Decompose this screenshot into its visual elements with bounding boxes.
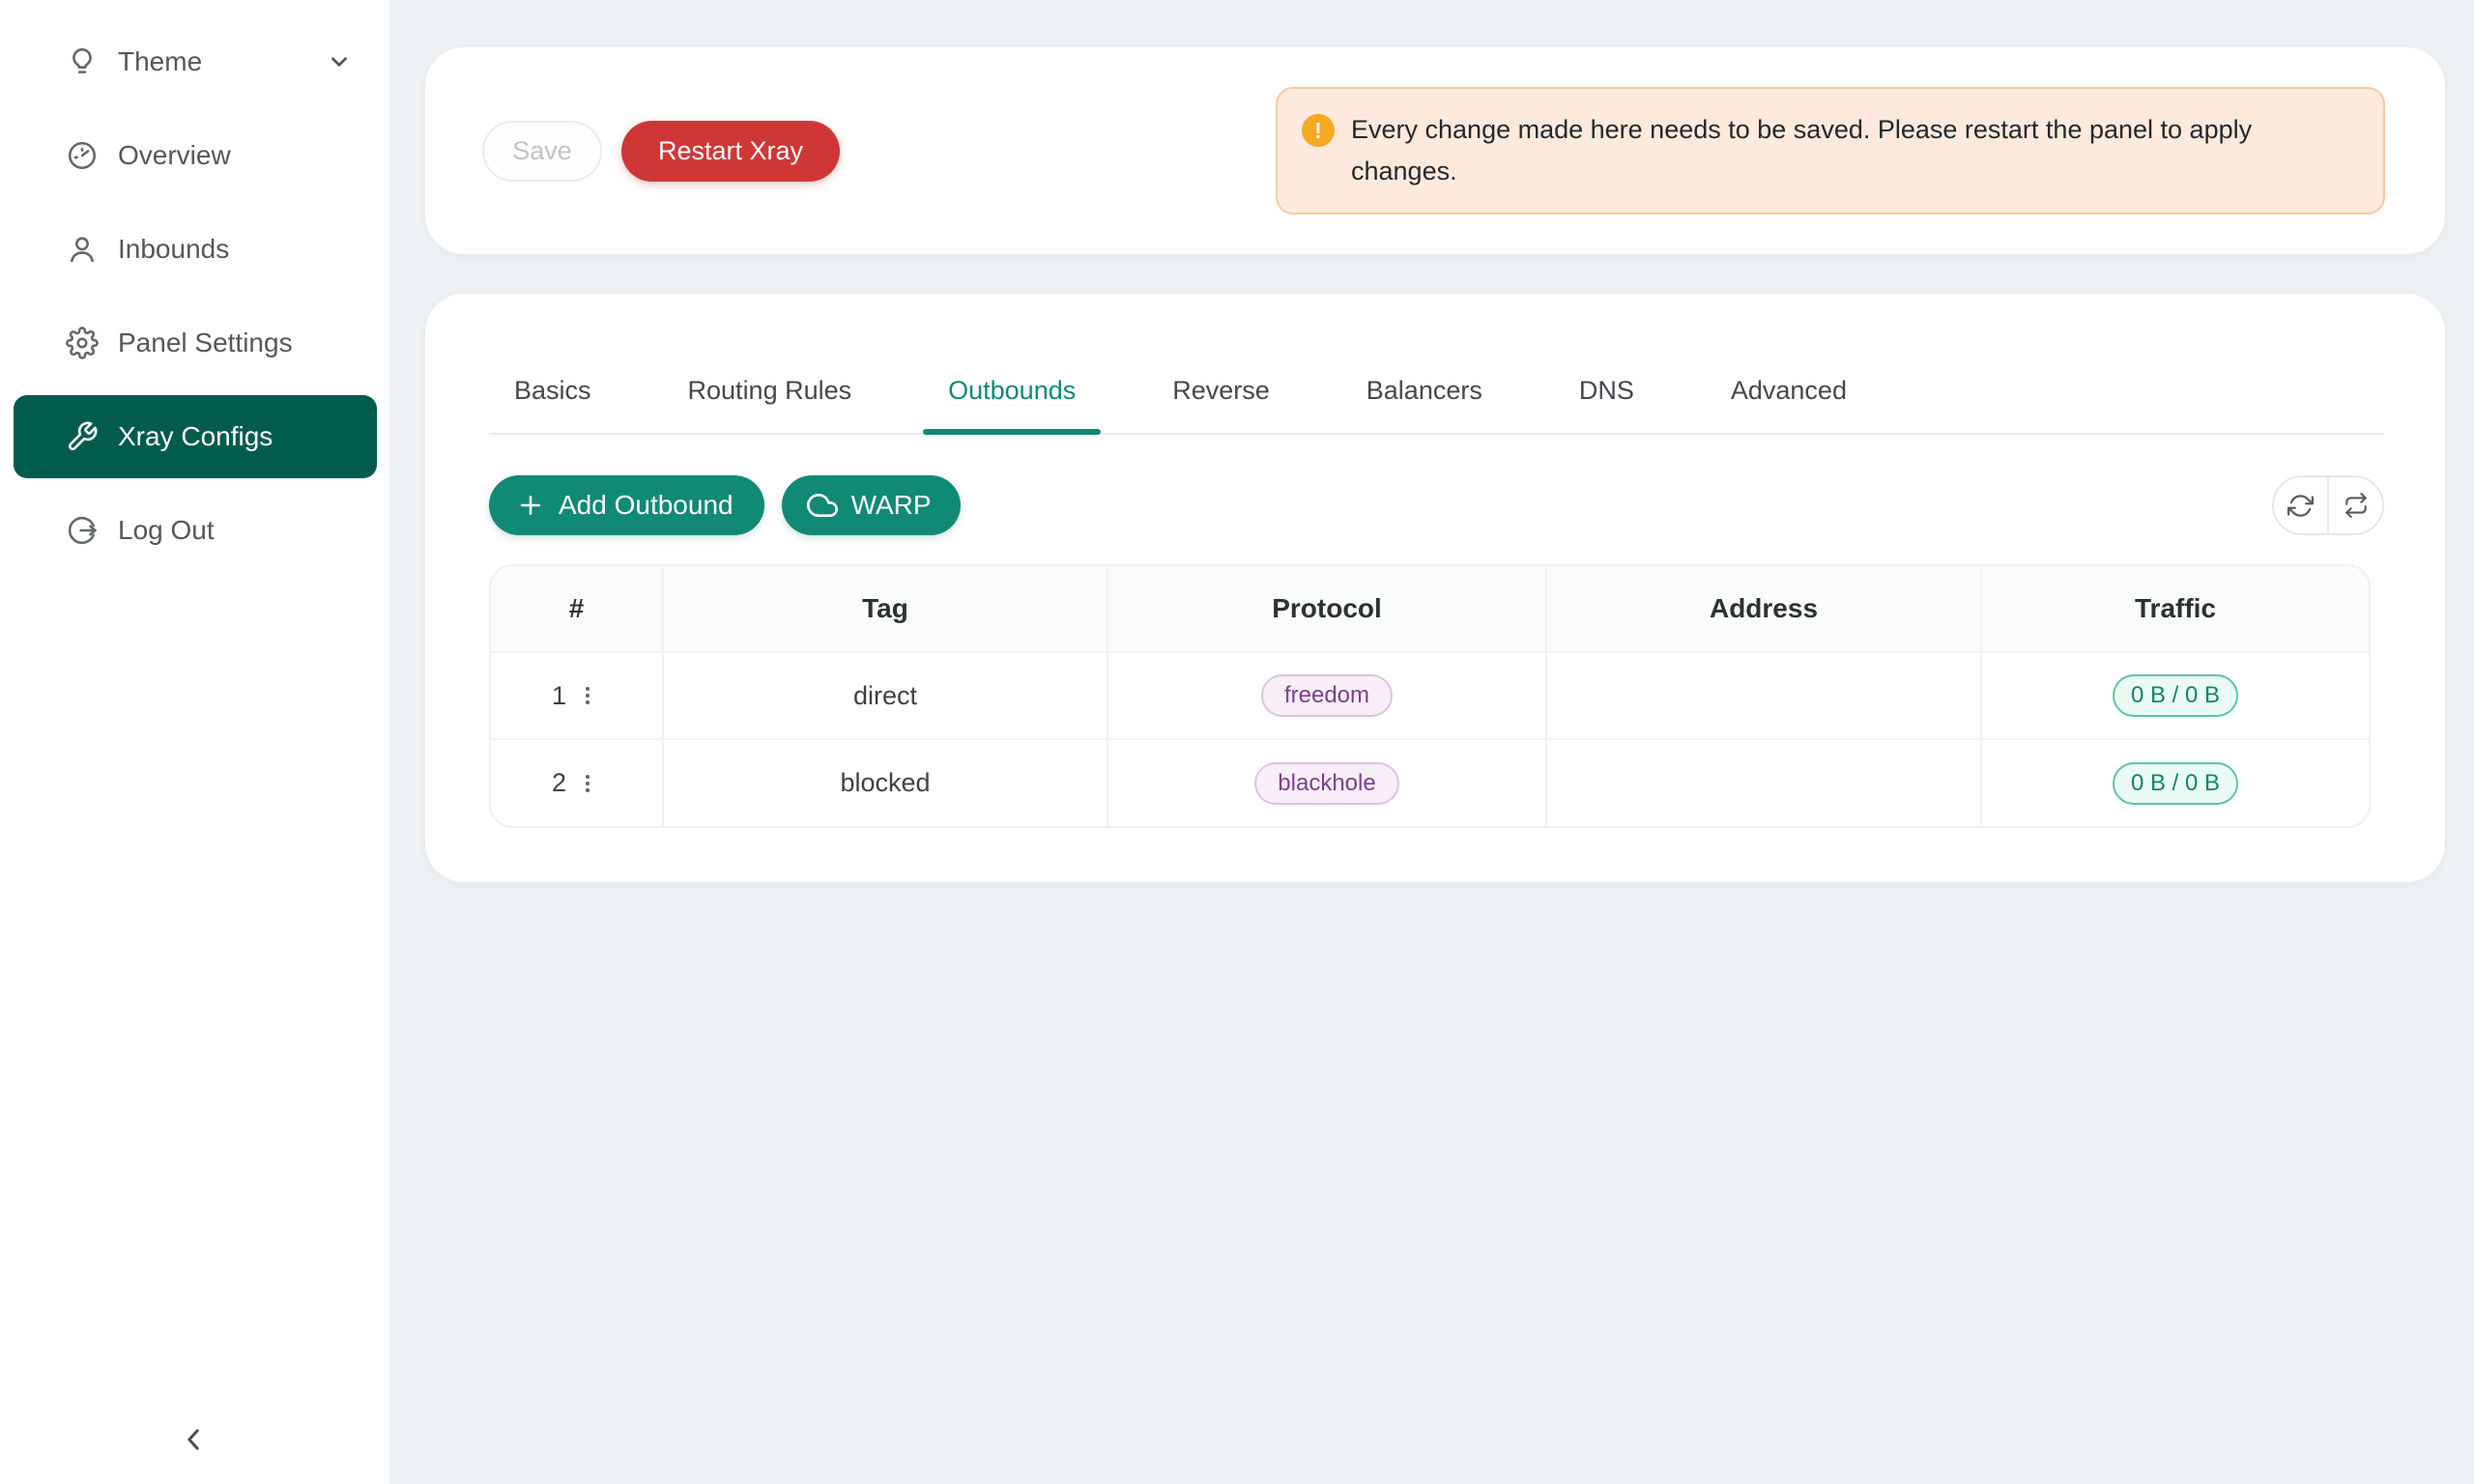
row-menu-button[interactable] — [576, 681, 601, 710]
config-tabbar: Basics Routing Rules Outbounds Reverse B… — [489, 348, 2384, 435]
app-root: Theme Overview — [0, 0, 2474, 882]
lightbulb-icon — [66, 45, 99, 78]
sidebar-item-label: Panel Settings — [118, 328, 293, 358]
tab-basics[interactable]: Basics — [489, 348, 617, 433]
row-index: 2 — [552, 768, 566, 798]
sidebar-nav: Theme Overview — [0, 0, 389, 572]
protocol-cell: freedom — [1108, 652, 1546, 739]
table-row: 1 d — [491, 652, 2369, 739]
table-header-row: # Tag Protocol Address Traffic — [491, 566, 2369, 652]
repeat-icon — [2344, 493, 2369, 518]
protocol-badge: freedom — [1261, 674, 1393, 717]
gauge-icon — [66, 139, 99, 172]
kebab-icon — [576, 770, 599, 797]
sidebar-item-label: Inbounds — [118, 234, 229, 265]
sidebar: Theme Overview — [0, 0, 389, 1484]
table-row: 2 b — [491, 739, 2369, 826]
column-header-protocol: Protocol — [1108, 566, 1546, 652]
kebab-icon — [576, 682, 599, 709]
sidebar-collapse-button[interactable] — [174, 1418, 216, 1461]
sidebar-item-log-out[interactable]: Log Out — [14, 489, 377, 572]
sidebar-item-label: Theme — [118, 46, 202, 77]
tab-routing-rules[interactable]: Routing Rules — [663, 348, 877, 433]
column-header-index: # — [491, 566, 663, 652]
warning-alert-text: Every change made here needs to be saved… — [1351, 109, 2327, 192]
add-outbound-button[interactable]: Add Outbound — [489, 475, 764, 535]
add-outbound-label: Add Outbound — [559, 490, 734, 521]
plus-icon — [516, 491, 545, 520]
header-card: Save Restart Xray ! Every change made he… — [425, 47, 2445, 254]
chevron-down-icon — [327, 49, 352, 74]
restart-xray-button[interactable]: Restart Xray — [621, 121, 840, 182]
tab-dns[interactable]: DNS — [1554, 348, 1659, 433]
refresh-button[interactable] — [2274, 477, 2327, 533]
cloud-icon — [807, 490, 838, 521]
xray-config-card: Basics Routing Rules Outbounds Reverse B… — [425, 294, 2445, 882]
sidebar-item-overview[interactable]: Overview — [14, 114, 377, 197]
sidebar-item-theme[interactable]: Theme — [14, 20, 377, 103]
reset-traffic-button[interactable] — [2327, 477, 2382, 533]
outbounds-toolbar: Add Outbound WARP — [489, 475, 2384, 535]
save-button[interactable]: Save — [482, 121, 602, 182]
protocol-badge: blackhole — [1254, 762, 1398, 805]
traffic-badge: 0 B / 0 B — [2113, 762, 2238, 805]
sidebar-item-label: Overview — [118, 140, 231, 171]
protocol-cell: blackhole — [1108, 739, 1546, 826]
logout-icon — [66, 514, 99, 547]
traffic-badge: 0 B / 0 B — [2113, 674, 2238, 717]
chevron-left-icon — [174, 1420, 216, 1459]
tab-outbounds[interactable]: Outbounds — [923, 348, 1101, 433]
traffic-cell: 0 B / 0 B — [1981, 739, 2369, 826]
tab-balancers[interactable]: Balancers — [1341, 348, 1508, 433]
tag-cell: blocked — [663, 739, 1108, 826]
table-actions-group — [2272, 475, 2384, 535]
row-index: 1 — [552, 681, 566, 711]
sidebar-item-inbounds[interactable]: Inbounds — [14, 208, 377, 291]
column-header-address: Address — [1546, 566, 1981, 652]
tab-reverse[interactable]: Reverse — [1147, 348, 1295, 433]
column-header-tag: Tag — [663, 566, 1108, 652]
index-cell: 2 — [491, 739, 663, 826]
outbounds-table: # Tag Protocol Address Traffic 1 — [489, 564, 2371, 828]
sidebar-item-label: Log Out — [118, 515, 215, 546]
warp-button[interactable]: WARP — [782, 475, 961, 535]
gear-icon — [66, 327, 99, 359]
user-icon — [66, 233, 99, 266]
warning-icon: ! — [1302, 114, 1335, 147]
tab-advanced[interactable]: Advanced — [1706, 348, 1872, 433]
warning-alert: ! Every change made here needs to be sav… — [1276, 87, 2385, 214]
address-cell — [1546, 652, 1981, 739]
sidebar-item-label: Xray Configs — [118, 421, 273, 452]
column-header-traffic: Traffic — [1981, 566, 2369, 652]
tag-cell: direct — [663, 652, 1108, 739]
main-content: Save Restart Xray ! Every change made he… — [389, 0, 2474, 882]
wrench-icon — [66, 420, 99, 453]
address-cell — [1546, 739, 1981, 826]
warp-label: WARP — [851, 490, 932, 521]
sidebar-item-panel-settings[interactable]: Panel Settings — [14, 301, 377, 385]
refresh-icon — [2287, 493, 2314, 519]
row-menu-button[interactable] — [576, 769, 601, 798]
traffic-cell: 0 B / 0 B — [1981, 652, 2369, 739]
sidebar-item-xray-configs[interactable]: Xray Configs — [14, 395, 377, 478]
index-cell: 1 — [491, 652, 663, 739]
